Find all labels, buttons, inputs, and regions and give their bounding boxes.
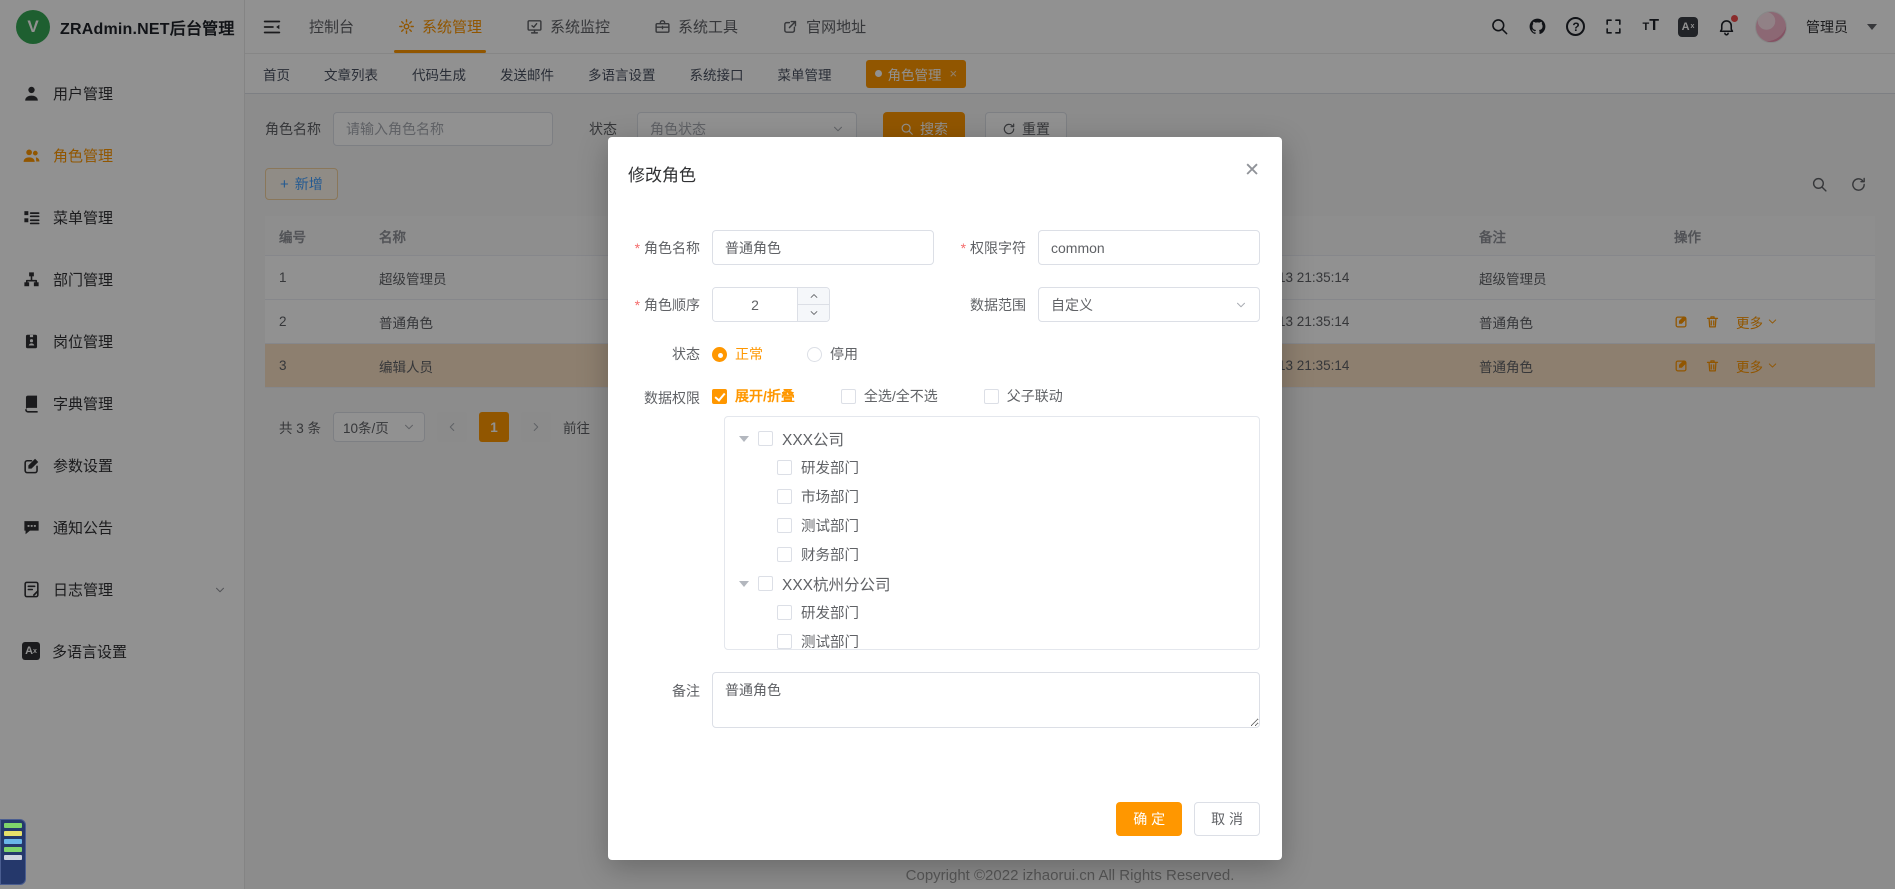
perm-char-label: 权限字符 [934,238,1038,258]
dialog-body: 角色名称 权限字符 角色顺序 [608,230,1282,738]
radio-label: 停用 [830,344,858,364]
stepper-up-button[interactable] [798,288,829,305]
department-tree: XXX公司研发部门市场部门测试部门财务部门XXX杭州分公司研发部门测试部门 [724,416,1260,650]
role-name-input[interactable] [712,230,934,265]
cancel-button[interactable]: 取 消 [1194,802,1260,836]
role-order-label: 角色顺序 [608,295,712,315]
checkbox-icon [712,389,727,404]
data-scope-select[interactable]: 自定义 [1038,287,1260,322]
tree-node[interactable]: XXX杭州分公司 [725,569,1259,598]
checkbox-icon[interactable] [758,576,773,591]
tree-node-label: XXX公司 [782,428,844,450]
tree-node[interactable]: 财务部门 [725,540,1259,569]
widget-stripe [4,847,22,852]
checkbox-icon[interactable] [777,634,792,649]
caret-down-icon[interactable] [739,436,749,442]
tree-node-label: 财务部门 [801,544,859,565]
perm-checkbox-row: 展开/折叠 全选/全不选 父子联动 [712,386,1260,406]
checkbox-label: 全选/全不选 [864,386,938,406]
perm-checkbox-2[interactable]: 父子联动 [984,386,1063,406]
tree-node[interactable]: XXX公司 [725,424,1259,453]
checkbox-icon[interactable] [777,460,792,475]
checkbox-label: 父子联动 [1007,386,1063,406]
remark-textarea[interactable]: 普通角色 [712,672,1260,728]
tree-node[interactable]: 市场部门 [725,482,1259,511]
role-name-label: 角色名称 [608,238,712,258]
chevron-down-icon [1235,299,1247,311]
tree-node-label: 测试部门 [801,631,859,650]
tree-node-label: 市场部门 [801,486,859,507]
checkbox-icon[interactable] [758,431,773,446]
caret-down-icon[interactable] [739,581,749,587]
widget-stripe [4,855,22,860]
tree-node-label: 测试部门 [801,515,859,536]
checkbox-icon[interactable] [777,518,792,533]
stepper-down-button[interactable] [798,305,829,321]
radio-dot [807,347,822,362]
widget-stripe [4,831,22,836]
widget-stripe [4,839,22,844]
checkbox-icon [984,389,999,404]
confirm-button[interactable]: 确 定 [1116,802,1182,836]
close-icon[interactable]: ✕ [1244,161,1260,180]
tree-node-label: 研发部门 [801,602,859,623]
dialog-header: 修改角色 ✕ [608,137,1282,186]
bottom-left-widget[interactable] [0,819,26,885]
status-radio-selected[interactable]: 正常 [712,344,763,364]
tree-node[interactable]: 测试部门 [725,511,1259,540]
status-label: 状态 [608,344,712,364]
checkbox-icon[interactable] [777,605,792,620]
tree-node[interactable]: 研发部门 [725,453,1259,482]
data-perm-label: 数据权限 [608,386,712,408]
tree-node[interactable]: 测试部门 [725,627,1259,650]
role-order-stepper [712,287,830,322]
app-root: V ZRAdmin.NET后台管理 用户管理角色管理菜单管理部门管理岗位管理字典… [0,0,1895,889]
perm-checkbox-1[interactable]: 全选/全不选 [841,386,938,406]
edit-role-dialog: 修改角色 ✕ 角色名称 权限字符 角色顺序 [608,137,1282,860]
data-scope-label: 数据范围 [934,295,1038,315]
tree-node-label: XXX杭州分公司 [782,573,891,595]
status-radio-group: 正常 停用 [712,344,858,364]
dialog-footer: 确 定 取 消 [608,802,1282,836]
radio-label: 正常 [735,344,763,364]
perm-checkbox-0[interactable]: 展开/折叠 [712,386,795,406]
radio-dot [712,347,727,362]
status-radio-1[interactable]: 停用 [807,344,858,364]
remark-label: 备注 [608,672,712,728]
checkbox-icon[interactable] [777,547,792,562]
role-order-input[interactable] [713,288,797,321]
widget-stripe [4,823,22,828]
perm-char-input[interactable] [1038,230,1260,265]
tree-node[interactable]: 研发部门 [725,598,1259,627]
tree-node-label: 研发部门 [801,457,859,478]
checkbox-label: 展开/折叠 [735,386,795,406]
checkbox-icon [841,389,856,404]
checkbox-icon[interactable] [777,489,792,504]
dialog-title: 修改角色 [628,161,696,186]
